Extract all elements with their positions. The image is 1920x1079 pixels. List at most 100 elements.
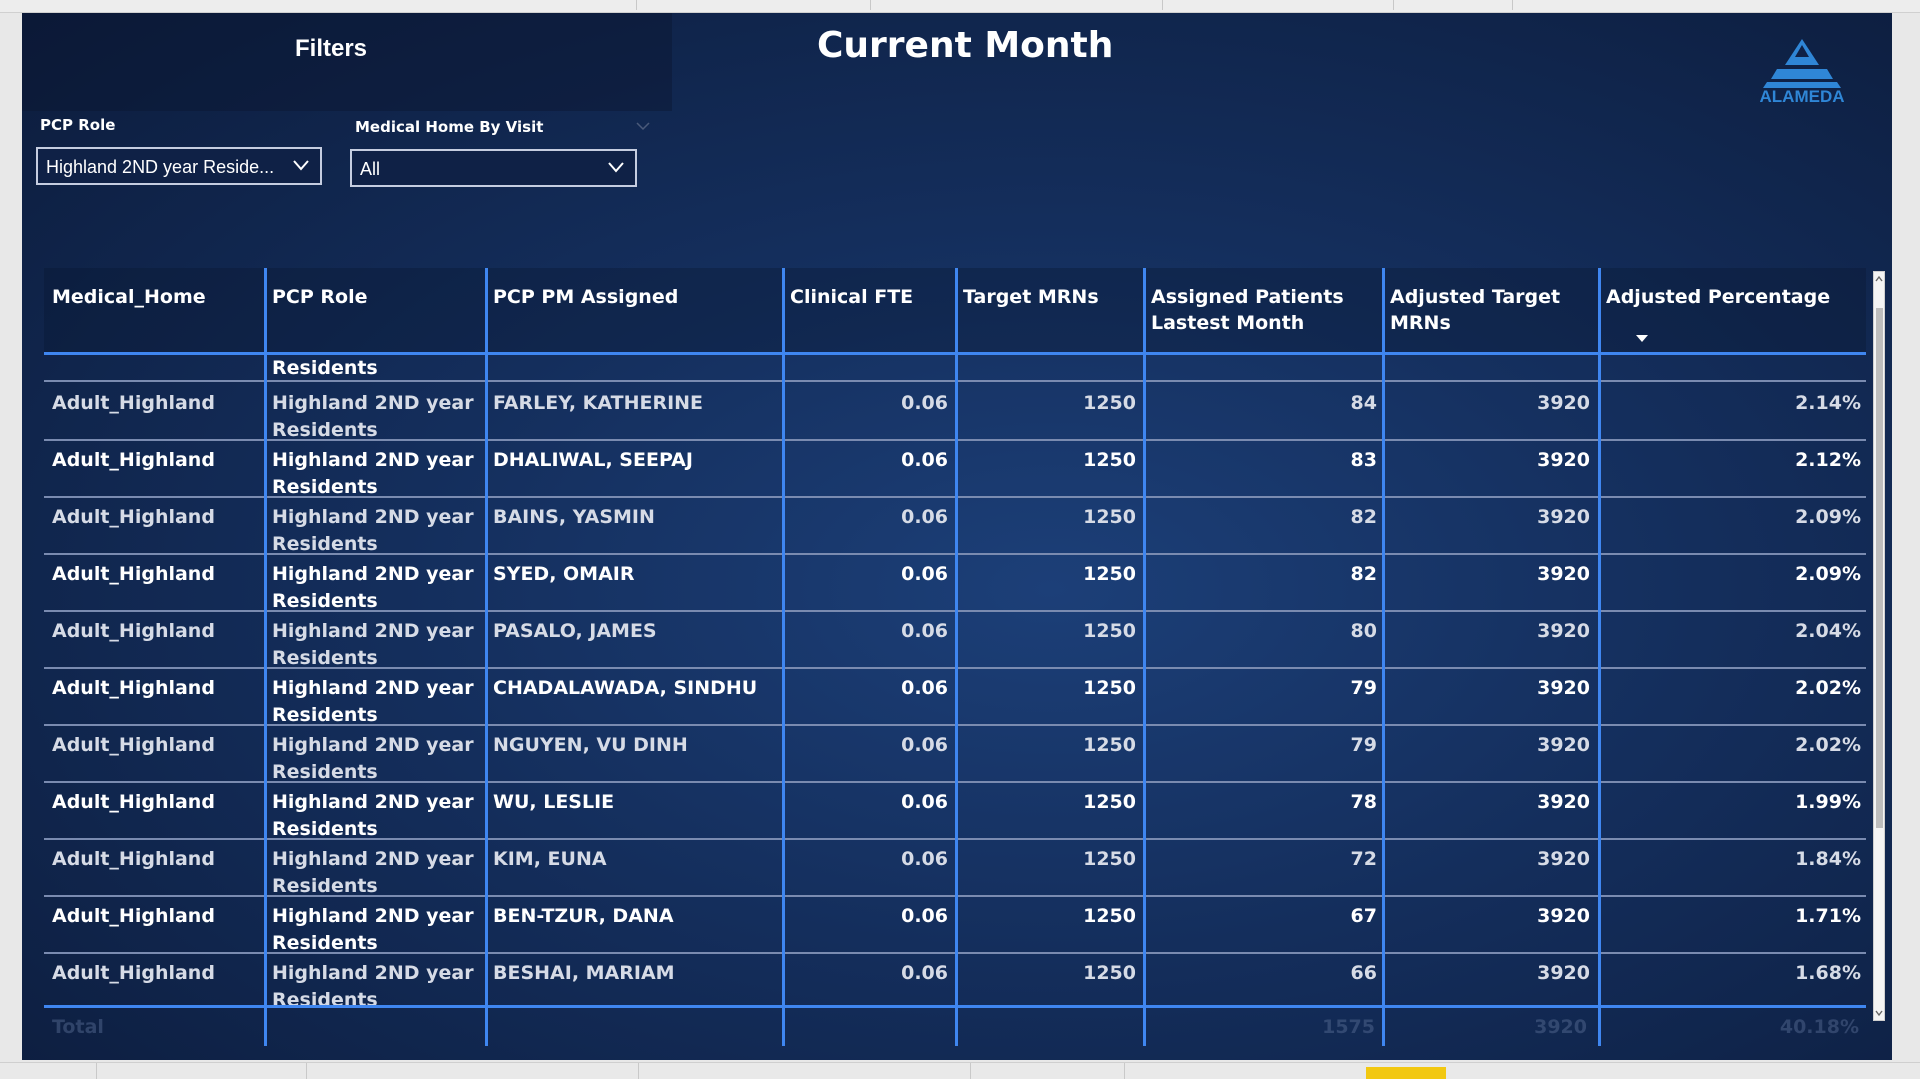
scroll-down-icon[interactable] [1874,1008,1884,1018]
logo-text: ALAMEDA [1759,87,1845,106]
cell-assigned-patients: 79 [1350,734,1377,756]
cell-adjusted-percentage: 2.12% [1795,449,1861,471]
cell-pcp-role: Highland 2ND year [272,848,474,870]
col-header-clinical-fte[interactable]: Clinical FTE [790,284,950,310]
column-divider [264,268,267,1046]
col-header-pcp-pm-assigned[interactable]: PCP PM Assigned [493,284,773,310]
alameda-logo: ALAMEDA [1747,35,1857,115]
cell-adjusted-percentage: 2.02% [1795,677,1861,699]
pcp-role-dropdown[interactable]: Highland 2ND year Reside... [36,147,322,185]
cell-clinical-fte: 0.06 [901,449,948,471]
col-header-target-mrns[interactable]: Target MRNs [963,284,1133,310]
cell-pcp-name: CHADALAWADA, SINDHU [493,677,758,699]
cell-clinical-fte: 0.06 [901,506,948,528]
scrollbar-thumb[interactable] [1876,308,1883,828]
pcp-role-value: Highland 2ND year Reside... [46,157,275,177]
totals-adjusted-target: 3920 [1534,1016,1587,1038]
cell-target-mrns: 1250 [1083,563,1136,585]
cell-medical-home: Adult_Highland [52,620,215,642]
column-divider [782,268,785,1046]
col-header-pcp-role[interactable]: PCP Role [272,284,472,310]
table-scrollbar[interactable] [1873,271,1885,1021]
cell-adjusted-percentage: 1.71% [1795,905,1861,927]
cell-role-line2: Residents [272,357,378,379]
col-header-adjusted-target-mrns[interactable]: Adjusted Target MRNs [1390,284,1590,336]
cell-target-mrns: 1250 [1083,506,1136,528]
tab-divider [638,1063,639,1079]
logo-mark-icon [1763,39,1841,88]
chevron-down-icon [608,162,624,173]
cell-assigned-patients: 78 [1350,791,1377,813]
cell-pcp-role: Highland 2ND year [272,677,474,699]
cell-pcp-name: SYED, OMAIR [493,563,635,585]
cell-assigned-patients: 80 [1350,620,1377,642]
cell-target-mrns: 1250 [1083,905,1136,927]
page-tabs-strip [0,1062,1920,1079]
cell-assigned-patients: 84 [1350,392,1377,414]
ribbon-divider [1162,0,1163,10]
totals-label: Total [52,1016,104,1038]
page-title: Current Month [817,25,1114,66]
cell-medical-home: Adult_Highland [52,791,215,813]
cell-adjusted-percentage: 2.09% [1795,506,1861,528]
cell-clinical-fte: 0.06 [901,563,948,585]
cell-adjusted-target: 3920 [1537,677,1590,699]
filters-title: Filters [295,35,368,62]
cell-adjusted-target: 3920 [1537,848,1590,870]
sort-descending-icon[interactable] [1635,333,1649,343]
ribbon-divider [1512,0,1513,10]
ribbon-divider [870,0,871,10]
cell-clinical-fte: 0.06 [901,962,948,984]
cell-adjusted-target: 3920 [1537,392,1590,414]
cell-medical-home: Adult_Highland [52,677,215,699]
column-divider [1598,268,1601,1046]
scroll-up-icon[interactable] [1874,274,1884,284]
cell-medical-home: Adult_Highland [52,449,215,471]
tab-divider [1124,1063,1125,1079]
tab-divider [306,1063,307,1079]
cell-adjusted-target: 3920 [1537,905,1590,927]
totals-percentage: 40.18% [1779,1016,1859,1038]
cell-adjusted-target: 3920 [1537,620,1590,642]
tab-divider [96,1063,97,1079]
col-header-medical-home[interactable]: Medical_Home [52,284,252,310]
cell-medical-home: Adult_Highland [52,506,215,528]
cell-medical-home: Adult_Highland [52,905,215,927]
cell-adjusted-percentage: 2.02% [1795,734,1861,756]
cell-adjusted-percentage: 1.68% [1795,962,1861,984]
pcp-role-label: PCP Role [40,116,116,134]
clear-selection-icon[interactable] [633,119,653,133]
cell-adjusted-percentage: 2.14% [1795,392,1861,414]
col-header-assigned-patients[interactable]: Assigned Patients Lastest Month [1151,284,1376,336]
cell-adjusted-percentage: 1.84% [1795,848,1861,870]
col-header-adjusted-percentage[interactable]: Adjusted Percentage [1606,284,1861,310]
medical-home-dropdown[interactable]: All [350,149,637,187]
cell-target-mrns: 1250 [1083,791,1136,813]
cell-adjusted-percentage: 2.04% [1795,620,1861,642]
column-divider [1143,268,1146,1046]
ribbon-strip [0,0,1920,13]
cell-medical-home: Adult_Highland [52,392,215,414]
cell-pcp-name: DHALIWAL, SEEPAJ [493,449,693,471]
cell-assigned-patients: 79 [1350,677,1377,699]
cell-medical-home: Adult_Highland [52,848,215,870]
cell-target-mrns: 1250 [1083,449,1136,471]
medical-home-label: Medical Home By Visit [355,118,544,136]
cell-pcp-name: BEN-TZUR, DANA [493,905,674,927]
cell-pcp-role: Highland 2ND year [272,734,474,756]
cell-pcp-name: FARLEY, KATHERINE [493,392,704,414]
totals-assigned: 1575 [1322,1016,1375,1038]
cell-pcp-role: Highland 2ND year [272,620,474,642]
cell-pcp-role-line2: Residents [272,989,378,1005]
report-canvas: Filters Current Month ALAMEDA PCP Role H… [22,13,1892,1060]
cell-assigned-patients: 66 [1350,962,1377,984]
cell-pcp-name: PASALO, JAMES [493,620,657,642]
cell-adjusted-target: 3920 [1537,449,1590,471]
cell-assigned-patients: 82 [1350,506,1377,528]
cell-target-mrns: 1250 [1083,392,1136,414]
cell-pcp-role: Highland 2ND year [272,506,474,528]
active-page-tab[interactable] [1366,1067,1446,1079]
cell-pcp-role: Highland 2ND year [272,962,474,984]
cell-pcp-role: Highland 2ND year [272,392,474,414]
medical-home-value: All [360,159,381,179]
